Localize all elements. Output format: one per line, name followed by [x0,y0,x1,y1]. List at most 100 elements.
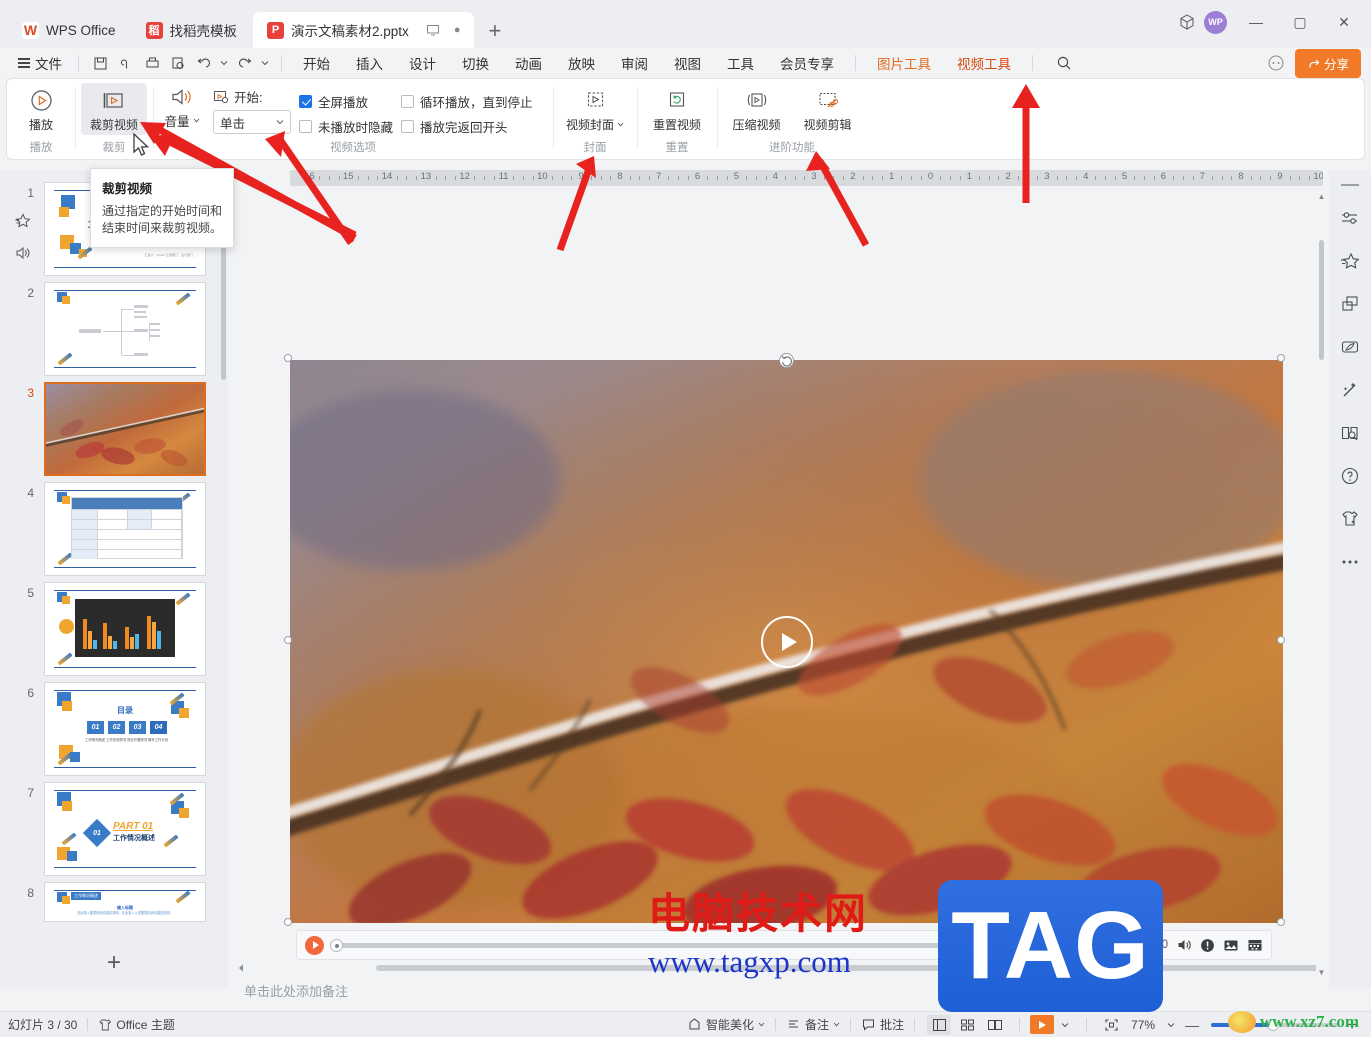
more-quickaccess-icon[interactable] [257,51,273,75]
magic-wand-icon[interactable] [1337,377,1363,403]
video-editor-button[interactable]: 视频剪辑 [794,83,861,135]
play-icon[interactable] [305,935,324,955]
volume-icon[interactable] [1176,937,1192,953]
file-menu-button[interactable]: 文件 [10,53,70,73]
prev-frame-icon[interactable] [1077,938,1092,953]
tab-docer-template[interactable]: 稻 找稻壳模板 [132,12,252,48]
next-frame-icon[interactable] [1100,938,1115,953]
maximize-button[interactable]: ▢ [1279,3,1321,41]
help-question-icon[interactable] [1337,463,1363,489]
menu-item-slideshow[interactable]: 放映 [555,49,608,77]
add-slide-button[interactable]: + [0,949,228,977]
play-slideshow-icon[interactable] [1030,1015,1055,1034]
reading-view-icon[interactable] [983,1015,1007,1035]
rotate-handle[interactable] [779,353,794,368]
video-poster-button[interactable]: 视频封面 [559,83,631,135]
clapper-icon[interactable] [1247,938,1263,953]
list-item[interactable]: 3 [0,376,228,476]
theme-button[interactable]: Office 主题 [98,1016,175,1033]
menu-item-design[interactable]: 设计 [396,49,449,77]
close-icon[interactable]: ● [454,24,461,36]
new-tab-button[interactable]: + [476,18,513,48]
slide-sorter-icon[interactable] [955,1015,979,1035]
slide-thumbnail[interactable]: 工作情况概述 输入标题 在此录入图表的综合描述说明，在此录入上述图表的综合描述说… [44,882,206,922]
scroll-thumb[interactable] [1319,240,1324,360]
slide-thumbnail[interactable] [44,482,206,576]
settings-sliders-icon[interactable] [1337,205,1363,231]
favorite-star-icon[interactable] [1337,248,1363,274]
resize-handle-tr[interactable] [1277,354,1285,362]
checkbox-fullscreen[interactable]: 全屏播放 [299,92,393,111]
search-icon[interactable] [1051,51,1077,75]
menu-item-review[interactable]: 审阅 [608,49,661,77]
print-preview-icon[interactable] [165,51,191,75]
resize-handle-br[interactable] [1277,918,1285,926]
tab-wps-office[interactable]: W WPS Office [8,12,130,48]
minimize-button[interactable]: — [1235,3,1277,41]
print-icon[interactable] [139,51,165,75]
scroll-down-arrow-icon[interactable]: ▼ [1316,968,1327,977]
notes-horizontal-scrollbar[interactable] [376,965,1325,971]
video-progress-knob[interactable] [330,938,343,952]
menu-item-member[interactable]: 会员专享 [767,49,847,77]
search-book-icon[interactable] [1337,420,1363,446]
normal-view-icon[interactable] [927,1014,952,1035]
zoom-out-button[interactable]: — [1181,1017,1203,1033]
zoom-in-button[interactable]: + [1347,1015,1363,1035]
avatar[interactable]: WP [1204,10,1227,34]
menu-item-insert[interactable]: 插入 [343,49,396,77]
more-dots-icon[interactable] [1337,549,1363,575]
video-object[interactable] [290,360,1283,923]
menu-item-tools[interactable]: 工具 [714,49,767,77]
info-icon[interactable] [1200,938,1215,953]
zoom-dropdown-icon[interactable] [1161,1021,1181,1029]
feather-design-icon[interactable] [1337,334,1363,360]
cube-3d-icon[interactable] [1178,13,1196,31]
video-play-overlay-icon[interactable] [760,615,813,668]
resize-handle-bl[interactable] [284,918,292,926]
tshirt-skin-icon[interactable] [1337,506,1363,532]
list-item[interactable]: 7 01 PART 01 工作情况概述 [0,776,228,876]
resize-handle-tl[interactable] [284,354,292,362]
cloud-sync-icon[interactable] [113,51,139,75]
notes-button[interactable]: 备注 [786,1016,840,1033]
save-icon[interactable] [87,51,113,75]
slide-thumbnail[interactable] [44,582,206,676]
menu-item-transition[interactable]: 切换 [449,49,502,77]
list-item[interactable]: 6 目录 01 工作情况概述 02 工作完成情况 03 项目开展情况 04 明年… [0,676,228,776]
resize-handle-ml[interactable] [284,636,292,644]
scroll-up-arrow-icon[interactable]: ▲ [1316,192,1327,201]
checkbox-loop-until-stopped[interactable]: 循环播放，直到停止 [401,92,533,111]
close-button[interactable]: ✕ [1323,3,1365,41]
comment-button[interactable]: 批注 [861,1016,904,1033]
slide-vertical-scrollbar[interactable]: ▲ ▼ [1316,192,1327,977]
zoom-slider-knob[interactable] [1267,1018,1280,1031]
menu-item-start[interactable]: 开始 [290,49,343,77]
monitor-icon[interactable] [426,23,440,37]
cloud-status-icon[interactable] [1267,54,1285,72]
smart-beautify-button[interactable]: 智能美化 [687,1016,765,1033]
collapse-handle[interactable] [1341,184,1359,186]
menu-item-picture-tools[interactable]: 图片工具 [864,49,944,77]
tab-presentation-file[interactable]: P 演示文稿素材2.pptx ● [253,12,475,48]
play-video-button[interactable]: 播放 [13,83,69,135]
share-button[interactable]: 分享 [1294,48,1361,78]
slide-thumbnail[interactable]: 01 PART 01 工作情况概述 [44,782,206,876]
image-icon[interactable] [1223,938,1239,953]
undo-dropdown-icon[interactable] [217,51,231,75]
slide-thumbnail-panel[interactable]: 1 2023 工作总结汇报PPT模板 工作总结 | 述职报告 | 工作计划 | … [0,170,228,989]
shape-copy-icon[interactable] [1337,291,1363,317]
list-item[interactable]: 2 [0,276,228,376]
zoom-value[interactable]: 77% [1125,1018,1161,1032]
checkbox-rewind-after-playing[interactable]: 播放完返回开头 [401,117,533,136]
list-item[interactable]: 4 [0,476,228,576]
slide-editing-area[interactable] [228,190,1329,989]
play-dropdown-icon[interactable] [1054,1021,1076,1029]
fit-to-window-icon[interactable] [1099,1015,1123,1035]
video-progress-track[interactable] [330,938,1070,952]
list-item[interactable]: 5 [0,576,228,676]
undo-icon[interactable] [191,51,217,75]
menu-item-animation[interactable]: 动画 [502,49,555,77]
slide-thumbnail[interactable] [44,282,206,376]
resize-handle-mr[interactable] [1277,636,1285,644]
